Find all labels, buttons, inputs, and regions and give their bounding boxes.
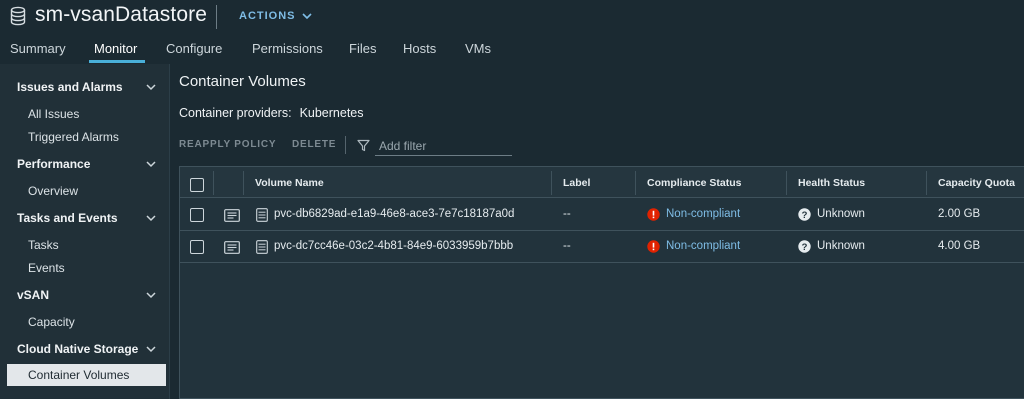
column-header-volume-name[interactable]: Volume Name (255, 177, 324, 189)
sidebar-item-overview[interactable]: Overview (0, 180, 166, 202)
tab-configure[interactable]: Configure (166, 41, 222, 56)
section-title: Container Volumes (179, 73, 306, 90)
sidebar-item-label: Capacity (28, 315, 75, 329)
compliance-status-link[interactable]: Non-compliant (666, 240, 740, 252)
column-divider (213, 171, 214, 195)
row-checkbox[interactable] (190, 208, 204, 222)
error-icon (647, 240, 660, 253)
tab-hosts[interactable]: Hosts (403, 41, 436, 56)
delete-button[interactable]: DELETE (292, 139, 336, 150)
column-header-label[interactable]: Label (563, 177, 590, 189)
actions-label: ACTIONS (239, 10, 296, 22)
header-divider (216, 5, 217, 29)
column-header-capacity-quota[interactable]: Capacity Quota (938, 177, 1015, 189)
sidebar-section-label: vSAN (17, 288, 50, 302)
tab-summary[interactable]: Summary (10, 41, 66, 56)
sidebar-item-all-issues[interactable]: All Issues (0, 103, 166, 125)
filter-icon (357, 139, 370, 152)
column-divider (243, 171, 244, 195)
sidebar-section-tasks-and-events[interactable]: Tasks and Events (0, 207, 170, 229)
column-header-health-status[interactable]: Health Status (798, 177, 865, 189)
capacity-quota: 2.00 GB (938, 208, 981, 220)
details-icon[interactable] (224, 209, 240, 222)
health-status: Unknown (817, 240, 865, 252)
toolbar-divider (345, 136, 346, 154)
tab-files[interactable]: Files (349, 41, 376, 56)
sidebar-section-label: Issues and Alarms (17, 80, 123, 94)
chevron-down-icon (146, 84, 156, 91)
sidebar-section-issues-and-alarms[interactable]: Issues and Alarms (0, 76, 170, 98)
table-row[interactable]: pvc-dc7cc46e-03c2-4b81-84e9-6033959b7bbb… (180, 231, 1024, 263)
database-icon (10, 6, 26, 26)
sidebar: Issues and Alarms All Issues Triggered A… (0, 64, 170, 399)
table-row[interactable]: pvc-db6829ad-e1a9-46e8-ace3-7e7c18187a0d… (180, 199, 1024, 231)
sidebar-item-tasks[interactable]: Tasks (0, 234, 166, 256)
providers-label: Container providers: (179, 106, 292, 120)
column-divider (635, 171, 636, 195)
sidebar-item-label: All Issues (28, 107, 80, 121)
sidebar-section-vsan[interactable]: vSAN (0, 284, 170, 306)
chevron-down-icon (146, 215, 156, 222)
tab-monitor[interactable]: Monitor (94, 41, 137, 56)
tab-vms[interactable]: VMs (465, 41, 491, 56)
sidebar-item-triggered-alarms[interactable]: Triggered Alarms (0, 126, 166, 148)
column-divider (786, 171, 787, 195)
row-checkbox[interactable] (190, 240, 204, 254)
help-icon: ? (798, 208, 811, 221)
column-divider (926, 171, 927, 195)
sidebar-section-performance[interactable]: Performance (0, 153, 170, 175)
sidebar-section-label: Tasks and Events (17, 211, 118, 225)
sidebar-item-label: Triggered Alarms (28, 130, 119, 144)
volume-name: pvc-dc7cc46e-03c2-4b81-84e9-6033959b7bbb (274, 240, 514, 252)
svg-text:?: ? (802, 242, 808, 253)
container-providers: Container providers: Kubernetes (179, 106, 364, 120)
providers-value: Kubernetes (299, 106, 364, 120)
chevron-down-icon (146, 292, 156, 299)
sidebar-item-label: Tasks (28, 238, 59, 252)
chevron-down-icon (146, 346, 156, 353)
column-header-compliance-status[interactable]: Compliance Status (647, 177, 742, 189)
sidebar-item-events[interactable]: Events (0, 257, 166, 279)
add-filter-input[interactable] (375, 136, 512, 156)
sidebar-section-label: Cloud Native Storage (17, 342, 139, 356)
actions-button[interactable]: ACTIONS (239, 8, 313, 24)
error-icon (647, 208, 660, 221)
details-icon[interactable] (224, 241, 240, 254)
health-status: Unknown (817, 208, 865, 220)
volume-name: pvc-db6829ad-e1a9-46e8-ace3-7e7c18187a0d (274, 208, 515, 220)
select-all-checkbox[interactable] (190, 178, 204, 192)
sidebar-item-container-volumes[interactable]: Container Volumes (7, 364, 166, 386)
container-volumes-table: Volume Name Label Compliance Status Heal… (179, 166, 1024, 399)
volume-label: -- (563, 208, 571, 220)
reapply-policy-button[interactable]: REAPPLY POLICY (179, 139, 276, 150)
svg-text:?: ? (802, 210, 808, 221)
sidebar-section-label: Performance (17, 157, 91, 171)
table-header: Volume Name Label Compliance Status Heal… (180, 167, 1024, 198)
sidebar-item-capacity[interactable]: Capacity (0, 311, 166, 333)
tab-bar: Summary Monitor Configure Permissions Fi… (0, 36, 1024, 64)
compliance-status-link[interactable]: Non-compliant (666, 208, 740, 220)
help-icon: ? (798, 240, 811, 253)
active-tab-indicator (89, 60, 145, 63)
sidebar-item-label: Container Volumes (28, 368, 130, 382)
chevron-down-icon (146, 161, 156, 168)
chevron-down-icon (301, 13, 312, 20)
page-title: sm-vsanDatastore (35, 3, 207, 26)
sidebar-item-label: Events (28, 261, 65, 275)
volume-icon (256, 208, 268, 222)
column-divider (551, 171, 552, 195)
sidebar-item-label: Overview (28, 184, 79, 198)
object-header: sm-vsanDatastore ACTIONS (0, 0, 1024, 36)
tab-permissions[interactable]: Permissions (252, 41, 323, 56)
volume-label: -- (563, 240, 571, 252)
volume-icon (256, 240, 268, 254)
sidebar-section-cloud-native-storage[interactable]: Cloud Native Storage (0, 338, 170, 360)
capacity-quota: 4.00 GB (938, 240, 981, 252)
